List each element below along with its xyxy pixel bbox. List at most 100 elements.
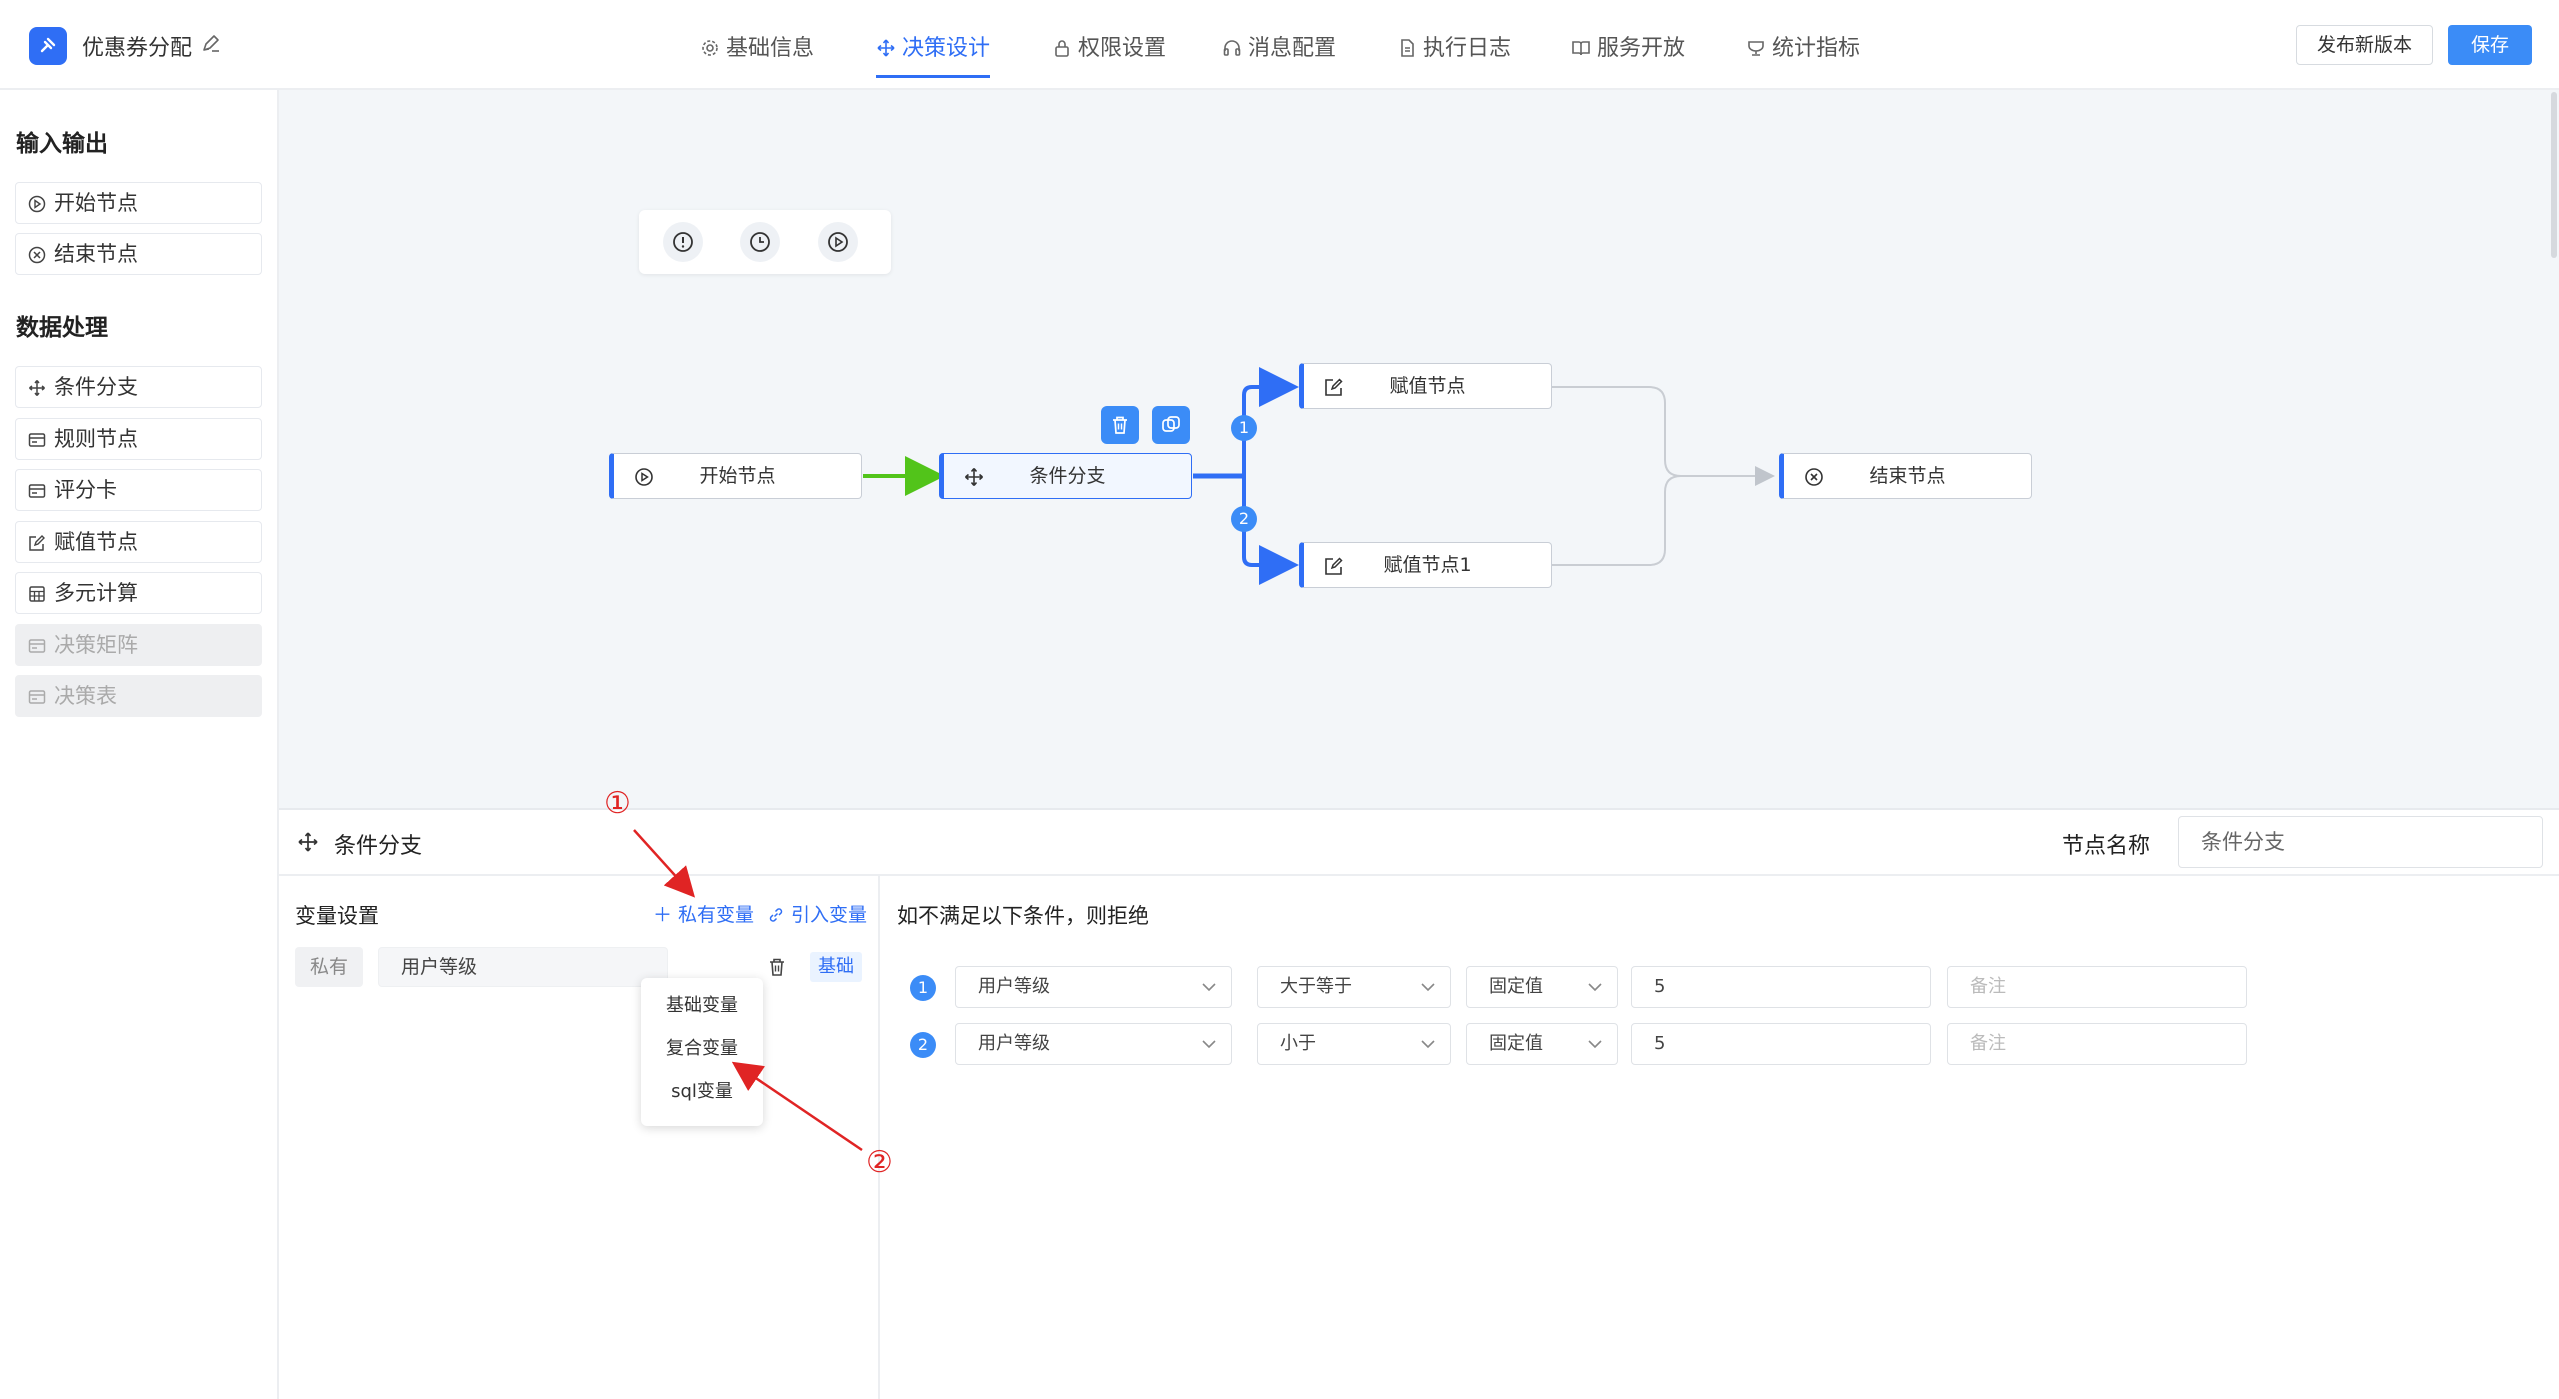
- flow-node-end[interactable]: 结束节点: [1779, 453, 2032, 499]
- tab-decision-design[interactable]: 决策设计: [876, 30, 991, 78]
- move-icon: [298, 832, 318, 852]
- tab-messages[interactable]: 消息配置: [1222, 30, 1336, 78]
- link-icon: [769, 908, 783, 922]
- calculator-icon: [29, 586, 45, 602]
- publish-version-button[interactable]: 发布新版本: [2296, 25, 2433, 65]
- play-circle-icon: [28, 195, 46, 213]
- branch-badge-1: 1: [1231, 415, 1257, 441]
- top-bar: 优惠券分配 基础信息 决策设计 权限设置 消息配置 执行日志 服务开放 统计指标…: [0, 0, 2559, 90]
- tab-basic-info[interactable]: 基础信息: [700, 30, 814, 78]
- tab-label: 权限设置: [1078, 36, 1167, 61]
- condition-value-input[interactable]: 5: [1631, 1023, 1931, 1065]
- node-label: 结束节点: [1869, 465, 1946, 487]
- card-icon: [28, 433, 46, 447]
- tab-exec-log[interactable]: 执行日志: [1397, 30, 1511, 78]
- dropdown-item-composite-variable[interactable]: 复合变量: [641, 1029, 763, 1069]
- condition-settings: 如不满足以下条件，则拒绝 1 用户等级 大于等于 固定值 5 备注 2 用户等级…: [882, 876, 2559, 1399]
- node-label: 开始节点: [699, 465, 776, 487]
- edge-assign1-to-end: [1552, 386, 1775, 486]
- palette-item-label: 条件分支: [54, 375, 138, 399]
- condition-field-select[interactable]: 用户等级: [955, 966, 1232, 1008]
- card-icon: [28, 690, 46, 704]
- palette-item-label: 结束节点: [54, 242, 138, 266]
- edit-pencil-icon[interactable]: [200, 32, 222, 54]
- select-value: 大于等于: [1280, 976, 1352, 997]
- tab-permissions[interactable]: 权限设置: [1052, 30, 1166, 78]
- import-variable-label: 引入变量: [791, 904, 868, 926]
- select-value: 固定值: [1489, 976, 1543, 997]
- palette-item-scorecard[interactable]: 评分卡: [15, 469, 262, 511]
- delete-node-button[interactable]: [1101, 406, 1139, 444]
- chevron-down-icon: [1588, 1040, 1602, 1049]
- variable-type-dropdown: 基础变量 复合变量 sql变量: [641, 978, 763, 1126]
- condition-number: 2: [910, 1032, 936, 1058]
- node-label: 赋值节点: [1389, 375, 1466, 397]
- lock-icon: [1055, 40, 1069, 57]
- gear-icon: [702, 40, 718, 56]
- panel-title: 条件分支: [334, 834, 423, 859]
- edit-icon: [29, 535, 45, 551]
- import-variable-button[interactable]: 引入变量: [767, 900, 867, 927]
- condition-value-type-select[interactable]: 固定值: [1466, 1023, 1618, 1065]
- palette-item-decision-matrix: 决策矩阵: [15, 624, 262, 666]
- flow-node-assign-1[interactable]: 赋值节点: [1299, 363, 1552, 409]
- palette-item-label: 决策矩阵: [54, 633, 138, 657]
- document-icon: [1401, 39, 1414, 57]
- tab-service-open[interactable]: 服务开放: [1571, 30, 1685, 78]
- variable-name-input[interactable]: 用户等级: [378, 947, 668, 987]
- card-icon: [28, 639, 46, 653]
- palette-item-start-node[interactable]: 开始节点: [15, 182, 262, 224]
- move-icon: [29, 380, 45, 396]
- flow-node-condition[interactable]: 条件分支: [939, 453, 1192, 499]
- tab-statistics[interactable]: 统计指标: [1746, 30, 1860, 78]
- condition-row: 2 用户等级 小于 固定值 5 备注: [882, 1023, 2559, 1065]
- node-palette: 输入输出 开始节点 结束节点 数据处理 条件分支 规则节点 评分卡 赋值节点 多…: [0, 90, 279, 1399]
- trash-icon[interactable]: [767, 956, 787, 978]
- select-value: 用户等级: [978, 976, 1050, 997]
- flow-canvas[interactable]: 1 2 开始节点 条件分支 赋值节点 赋值节点1 结束节点: [279, 90, 2559, 808]
- trash-icon: [1113, 416, 1127, 434]
- logo-icon: [40, 37, 56, 53]
- condition-number: 1: [910, 975, 936, 1001]
- condition-value-input[interactable]: 5: [1631, 966, 1931, 1008]
- condition-operator-select[interactable]: 小于: [1257, 1023, 1451, 1065]
- palette-group-title: 数据处理: [16, 315, 108, 341]
- app-root: 优惠券分配 基础信息 决策设计 权限设置 消息配置 执行日志 服务开放 统计指标…: [0, 0, 2559, 1399]
- select-value: 用户等级: [978, 1033, 1050, 1054]
- palette-item-label: 多元计算: [54, 581, 138, 605]
- dropdown-item-sql-variable[interactable]: sql变量: [641, 1072, 763, 1112]
- node-config-panel: 条件分支 节点名称 条件分支 变量设置 ＋ 私有变量 引入变量 私有 用户等级 …: [279, 808, 2559, 1399]
- edit-icon: [1325, 557, 1343, 575]
- condition-operator-select[interactable]: 大于等于: [1257, 966, 1451, 1008]
- palette-item-end-node[interactable]: 结束节点: [15, 233, 262, 275]
- add-private-variable-button[interactable]: ＋ 私有变量: [653, 900, 754, 927]
- node-name-label: 节点名称: [2062, 834, 2151, 859]
- node-label: 赋值节点1: [1383, 554, 1472, 576]
- condition-value-type-select[interactable]: 固定值: [1466, 966, 1618, 1008]
- chevron-down-icon: [1588, 983, 1602, 992]
- branch-badge-2: 2: [1231, 506, 1257, 532]
- palette-item-label: 规则节点: [54, 427, 138, 451]
- chevron-down-icon: [1421, 983, 1435, 992]
- condition-row: 1 用户等级 大于等于 固定值 5 备注: [882, 966, 2559, 1008]
- save-button[interactable]: 保存: [2448, 25, 2532, 65]
- palette-item-rule-node[interactable]: 规则节点: [15, 418, 262, 460]
- move-icon: [964, 467, 984, 487]
- condition-note-input[interactable]: 备注: [1947, 1023, 2247, 1065]
- node-name-input[interactable]: 条件分支: [2178, 816, 2543, 868]
- condition-field-select[interactable]: 用户等级: [955, 1023, 1232, 1065]
- chevron-down-icon: [1202, 983, 1216, 992]
- flow-edges: [863, 367, 1775, 585]
- dropdown-item-basic-variable[interactable]: 基础变量: [641, 986, 763, 1026]
- app-logo: [29, 27, 67, 65]
- copy-node-button[interactable]: [1152, 406, 1190, 444]
- tab-label: 执行日志: [1423, 36, 1512, 61]
- tab-label: 消息配置: [1248, 36, 1337, 61]
- flow-node-assign-2[interactable]: 赋值节点1: [1299, 542, 1552, 588]
- palette-item-assign-node[interactable]: 赋值节点: [15, 521, 262, 563]
- flow-node-start[interactable]: 开始节点: [609, 453, 862, 499]
- palette-item-condition-branch[interactable]: 条件分支: [15, 366, 262, 408]
- add-private-variable-label: 私有变量: [678, 904, 755, 926]
- condition-note-input[interactable]: 备注: [1947, 966, 2247, 1008]
- palette-item-multi-calc[interactable]: 多元计算: [15, 572, 262, 614]
